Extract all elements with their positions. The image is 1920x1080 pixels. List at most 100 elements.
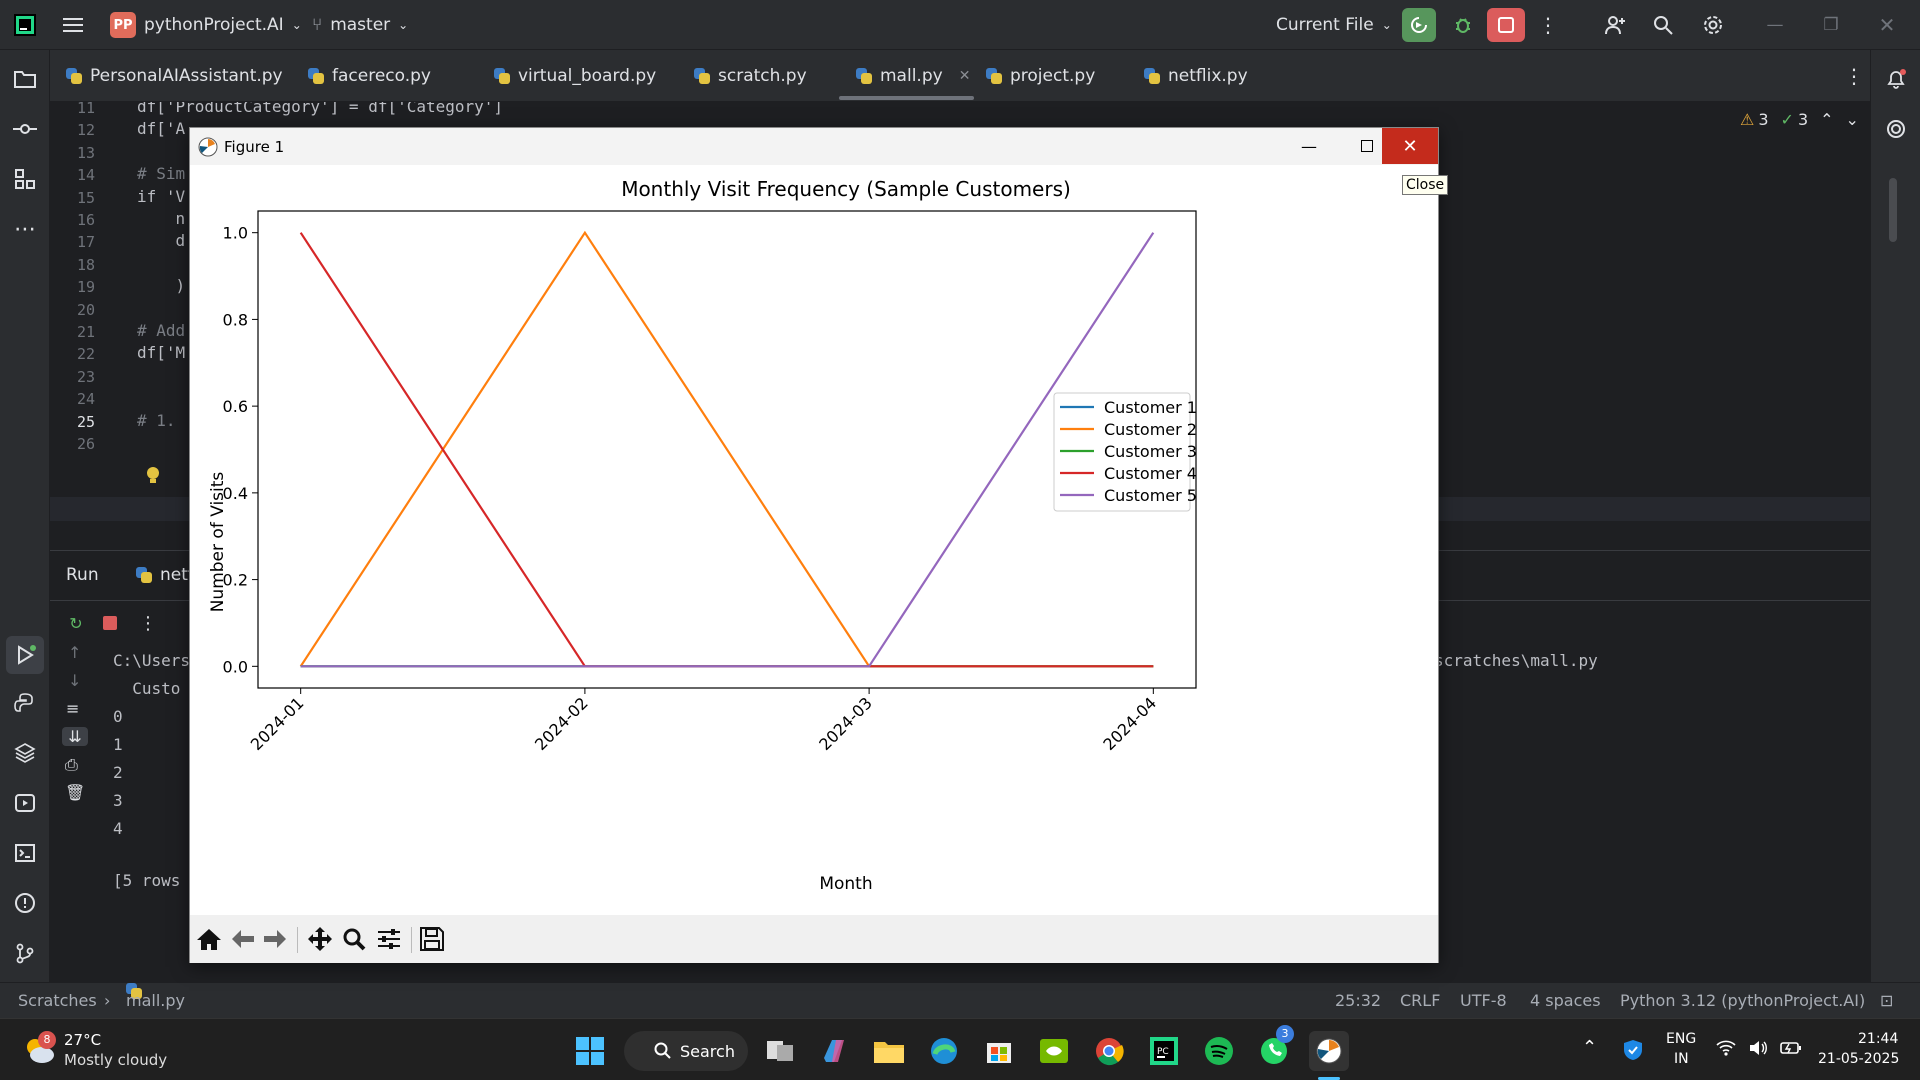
search-icon[interactable]	[1648, 0, 1678, 50]
indent-setting[interactable]: 4 spaces	[1530, 983, 1601, 1019]
status-bar: Scratches › mall.py 25:32 CRLF UTF-8 4 s…	[0, 982, 1920, 1018]
weather-cloud-icon[interactable]: 8	[22, 1031, 56, 1067]
rerun-button[interactable]	[1402, 8, 1436, 42]
more-actions-icon[interactable]: ⋮	[136, 611, 160, 635]
stop-icon[interactable]	[98, 611, 122, 635]
chevron-up-icon[interactable]: ⌃	[1820, 110, 1833, 129]
chevron-up-icon[interactable]: ⌃	[1582, 1037, 1597, 1058]
python-packages-icon[interactable]	[10, 738, 40, 768]
caret-position[interactable]: 25:32	[1335, 983, 1381, 1019]
close-tab-icon[interactable]: ✕	[959, 68, 971, 84]
legend-label: Customer 3	[1104, 442, 1197, 461]
figure-close-button[interactable]: ✕	[1382, 128, 1438, 164]
tab-virtual-board[interactable]: virtual_board.py	[494, 50, 656, 102]
structure-icon[interactable]	[10, 164, 40, 194]
branch-selector[interactable]: ⑂ master ⌄	[312, 0, 408, 50]
run-config-tab[interactable]: netf	[136, 565, 194, 585]
ai-assistant-icon[interactable]	[1881, 114, 1911, 144]
matplotlib-figure-icon[interactable]	[1309, 1031, 1349, 1071]
defender-shield-icon[interactable]	[1622, 1039, 1644, 1065]
scroll-to-end-icon[interactable]: ⇊	[62, 727, 88, 746]
pycharm-taskbar-icon[interactable]: PC	[1144, 1031, 1184, 1071]
more-actions-icon[interactable]: ⋮	[1536, 0, 1560, 50]
trash-icon[interactable]: 🗑	[65, 783, 85, 802]
python-interpreter[interactable]: Python 3.12 (pythonProject.AI)	[1620, 983, 1865, 1019]
minimize-window-icon[interactable]: —	[1760, 0, 1790, 50]
settings-gear-icon[interactable]	[1698, 0, 1728, 50]
plot-area[interactable]: Monthly Visit Frequency (Sample Customer…	[190, 165, 1438, 915]
region-label[interactable]: IN	[1674, 1051, 1689, 1067]
forward-arrow-icon[interactable]	[259, 923, 291, 955]
copilot-icon[interactable]	[815, 1031, 855, 1071]
pan-icon[interactable]	[304, 923, 336, 955]
tab-personalaiassistant[interactable]: PersonalAIAssistant.py	[66, 50, 283, 102]
save-figure-icon[interactable]	[416, 923, 448, 955]
debug-button[interactable]	[1446, 0, 1480, 50]
tab-facereco[interactable]: facereco.py	[308, 50, 431, 102]
figure-minimize-icon[interactable]: —	[1280, 128, 1338, 164]
language-label[interactable]: ENG	[1666, 1031, 1696, 1047]
git-icon[interactable]	[10, 938, 40, 968]
system-tray-icons[interactable]	[1716, 1039, 1802, 1057]
commit-icon[interactable]	[10, 114, 40, 144]
subplots-config-icon[interactable]	[373, 923, 405, 955]
figure-title-bar[interactable]: Figure 1 — ✕	[190, 128, 1438, 165]
project-selector[interactable]: PP pythonProject.AI ⌄	[110, 0, 302, 50]
back-arrow-icon[interactable]	[227, 923, 259, 955]
chevron-down-icon[interactable]: ⌄	[1846, 110, 1859, 129]
task-view-icon[interactable]	[760, 1031, 800, 1071]
edge-browser-icon[interactable]	[924, 1031, 964, 1071]
terminal-icon[interactable]	[10, 838, 40, 868]
stop-button[interactable]	[1487, 8, 1525, 42]
rerun-icon[interactable]: ↻	[64, 611, 88, 635]
notifications-bell-icon[interactable]	[1881, 64, 1911, 94]
scroll-up-icon[interactable]: ↑	[68, 643, 81, 662]
lock-icon[interactable]: ⊡	[1880, 983, 1893, 1019]
zoom-icon[interactable]	[338, 923, 370, 955]
clock-time[interactable]: 21:44	[1858, 1031, 1898, 1047]
run-tab-label[interactable]: Run	[66, 565, 99, 585]
microsoft-store-icon[interactable]	[979, 1031, 1019, 1071]
tab-scratch[interactable]: scratch.py	[694, 50, 807, 102]
tab-label: netflix.py	[1168, 66, 1248, 86]
close-window-icon[interactable]: ✕	[1872, 0, 1902, 50]
file-explorer-icon[interactable]	[869, 1031, 909, 1071]
nvidia-icon[interactable]	[1034, 1031, 1074, 1071]
weather-desc[interactable]: Mostly cloudy	[64, 1051, 167, 1069]
main-menu-icon[interactable]	[58, 0, 88, 50]
add-user-icon[interactable]	[1600, 0, 1630, 50]
chevron-down-icon: ⌄	[398, 18, 409, 32]
python-console-icon[interactable]	[10, 688, 40, 718]
lightbulb-icon[interactable]	[146, 466, 160, 484]
soft-wrap-icon[interactable]: ≡	[66, 699, 79, 718]
spotify-icon[interactable]	[1199, 1031, 1239, 1071]
file-encoding[interactable]: UTF-8	[1460, 983, 1507, 1019]
more-tools-icon[interactable]: ⋯	[10, 214, 40, 244]
tab-more-icon[interactable]: ⋮	[1844, 50, 1864, 102]
inspection-widget[interactable]: ⚠ 3 ✓ 3 ⌃ ⌄	[1740, 110, 1859, 129]
restore-window-icon[interactable]: ❐	[1816, 0, 1846, 50]
tab-project[interactable]: project.py	[986, 50, 1095, 102]
line-separator[interactable]: CRLF	[1400, 983, 1440, 1019]
problems-icon[interactable]	[10, 888, 40, 918]
print-icon[interactable]: ⎙	[65, 755, 78, 775]
taskbar-search-box[interactable]: Search	[624, 1031, 748, 1071]
scroll-down-icon[interactable]: ↓	[68, 671, 81, 690]
breadcrumb-root[interactable]: Scratches	[18, 983, 97, 1019]
chevron-down-icon: ⌄	[291, 18, 302, 32]
weather-temp[interactable]: 27°C	[64, 1031, 101, 1049]
whatsapp-icon[interactable]: 3	[1254, 1025, 1294, 1071]
services-icon[interactable]	[10, 788, 40, 818]
pycharm-logo-icon[interactable]	[14, 0, 36, 50]
project-folder-icon[interactable]	[10, 64, 40, 94]
home-icon[interactable]	[193, 923, 225, 955]
windows-start-icon[interactable]	[570, 1031, 610, 1071]
tab-mall[interactable]: mall.py ✕	[856, 50, 970, 102]
clock-date[interactable]: 21-05-2025	[1818, 1051, 1899, 1067]
run-tool-icon[interactable]	[6, 636, 44, 674]
editor-scrollbar[interactable]	[1889, 178, 1897, 242]
project-name: pythonProject.AI	[144, 15, 284, 35]
chrome-browser-icon[interactable]	[1089, 1031, 1129, 1071]
run-config-selector[interactable]: Current File ⌄	[1276, 0, 1392, 50]
tab-netflix[interactable]: netflix.py	[1144, 50, 1248, 102]
